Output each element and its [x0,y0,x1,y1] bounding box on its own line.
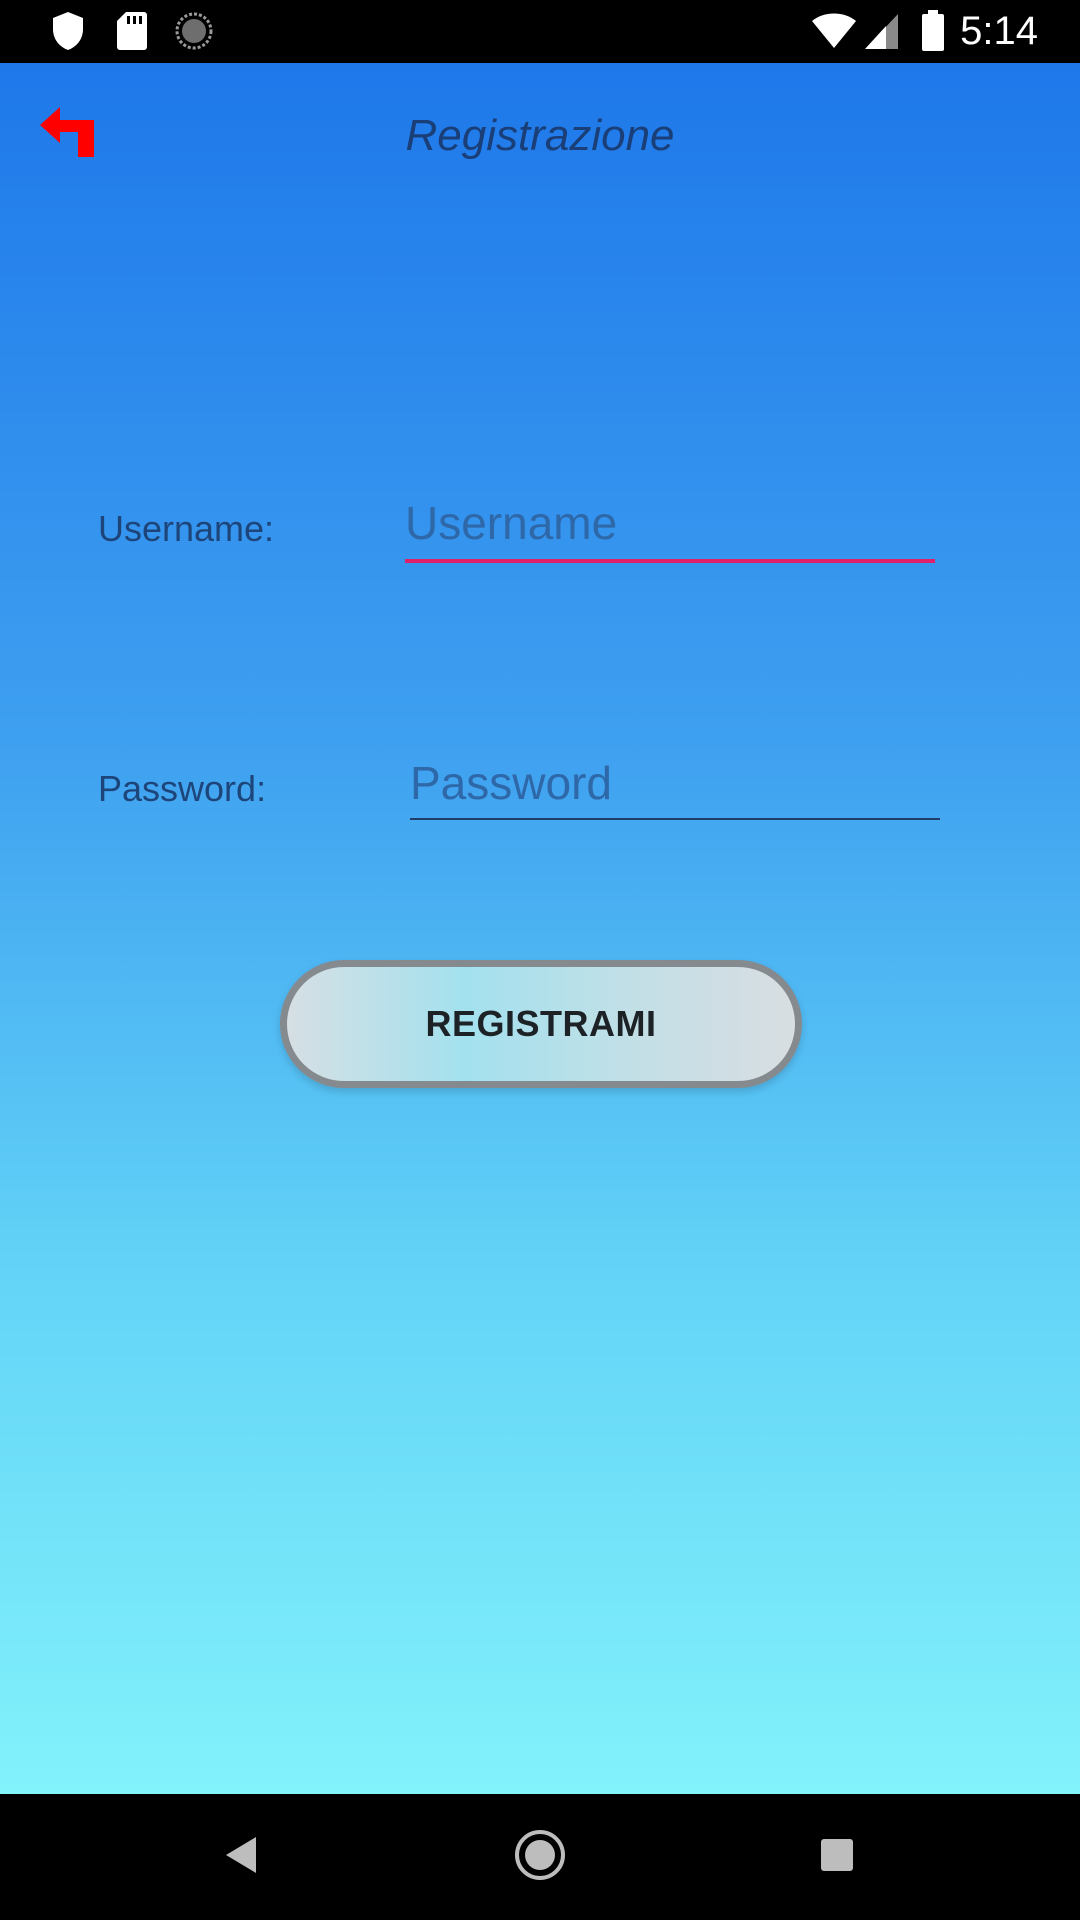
battery-icon [920,10,946,52]
back-triangle-icon [222,1835,262,1880]
username-label: Username: [98,508,275,549]
nav-home-button[interactable] [510,1827,570,1887]
username-underline [405,559,935,563]
screen: 5:14 Registrazione Username: Password: R… [0,0,1080,1920]
home-circle-icon [514,1829,566,1886]
status-bar: 5:14 [0,0,1080,63]
recents-square-icon [819,1837,855,1878]
password-underline [410,818,940,820]
loading-circle-icon [174,10,214,52]
nav-back-button[interactable] [212,1827,272,1887]
password-label: Password: [98,768,267,809]
nav-recents-button[interactable] [807,1827,867,1887]
wifi-icon [810,10,858,52]
password-input[interactable] [410,753,940,813]
status-time: 5:14 [960,9,1038,53]
shield-icon [50,10,86,52]
signal-icon [864,10,900,52]
register-button[interactable]: REGISTRAMI [280,960,802,1088]
page-title: Registrazione [405,111,675,160]
username-input[interactable] [405,493,935,553]
navigation-bar [0,1794,1080,1920]
sd-card-icon [114,10,150,52]
app-content: Registrazione Username: Password: REGIST… [0,63,1080,1794]
register-button-label: REGISTRAMI [425,1003,657,1044]
